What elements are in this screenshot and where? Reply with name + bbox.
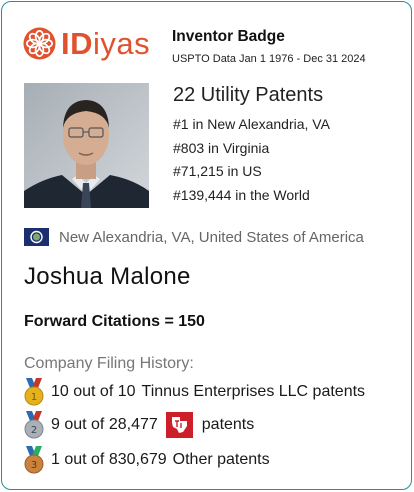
filing-row: 1 10 out of 10 Tinnus Enterprises LLC pa… — [24, 378, 365, 406]
badge-title: Inventor Badge — [172, 28, 285, 45]
utility-patents-count: 22 Utility Patents — [173, 84, 324, 106]
filing-count: 1 out of 830,679 — [51, 451, 167, 468]
location-text: New Alexandria, VA, United States of Ame… — [59, 228, 364, 246]
company-name[interactable]: Tinnus Enterprises LLC patents — [142, 383, 366, 401]
texas-instruments-logo-icon[interactable] — [165, 412, 193, 438]
svg-text:3: 3 — [31, 460, 37, 471]
company-suffix: patents — [201, 416, 255, 433]
bronze-medal-icon: 3 — [24, 446, 44, 474]
inventor-photo — [24, 83, 149, 208]
svg-text:1: 1 — [31, 392, 37, 403]
filing-count: 10 out of 10 — [51, 383, 136, 400]
virginia-flag-icon — [24, 228, 49, 246]
rank-country: #71,215 in US — [173, 163, 262, 179]
location: New Alexandria, VA, United States of Ame… — [24, 228, 364, 246]
inventor-badge-card: IDiyas Inventor Badge USPTO Data Jan 1 1… — [1, 1, 412, 490]
rank-local: #1 in New Alexandria, VA — [173, 116, 330, 132]
company-name: Other patents — [172, 451, 270, 468]
silver-medal-icon: 2 — [24, 411, 44, 439]
data-range-subtitle: USPTO Data Jan 1 1976 - Dec 31 2024 — [172, 53, 366, 65]
filing-row: 2 9 out of 28,477 patents — [24, 411, 254, 439]
filing-count: 9 out of 28,477 — [51, 416, 158, 433]
rank-world: #139,444 in the World — [173, 186, 310, 203]
filing-row: 3 1 out of 830,679 Other patents — [24, 446, 270, 474]
svg-text:2: 2 — [31, 425, 37, 436]
idiyas-flower-icon — [23, 27, 56, 60]
gold-medal-icon: 1 — [24, 378, 44, 406]
patent-stats: 22 Utility Patents #1 in New Alexandria,… — [173, 83, 330, 207]
idiyas-logo[interactable]: IDiyas — [23, 27, 150, 60]
inventor-name: Joshua Malone — [24, 263, 191, 290]
forward-citations: Forward Citations = 150 — [24, 313, 205, 330]
filing-history-title: Company Filing History: — [24, 355, 194, 372]
logo-wordmark: IDiyas — [61, 26, 151, 61]
rank-state: #803 in Virginia — [173, 139, 270, 156]
